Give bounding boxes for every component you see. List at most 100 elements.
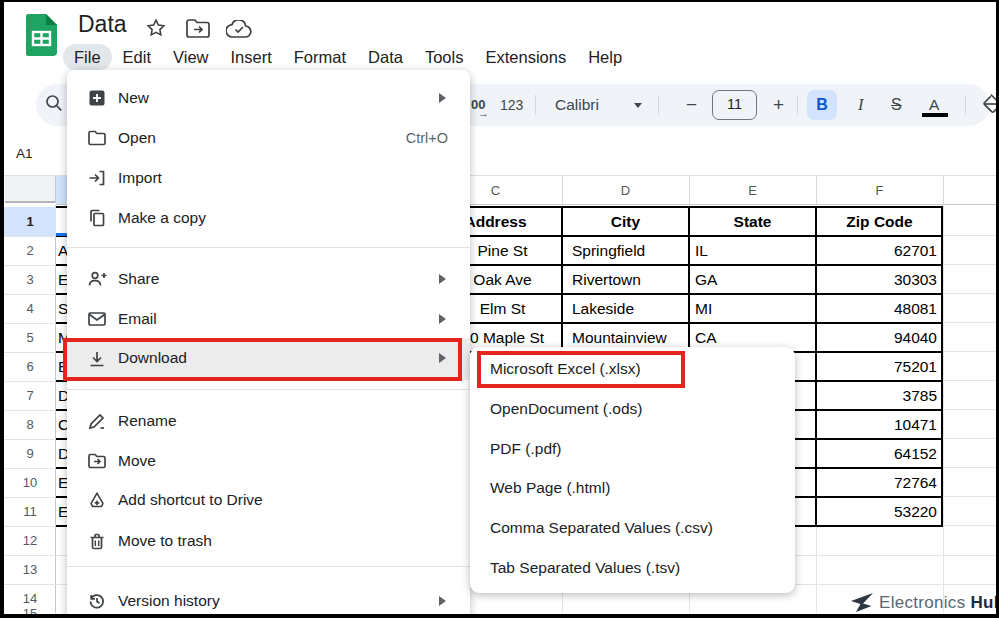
open-folder-icon: [87, 128, 107, 148]
star-icon[interactable]: [146, 18, 166, 38]
strikethrough-button[interactable]: S: [891, 84, 902, 126]
cell-f6[interactable]: 75201: [816, 352, 937, 381]
search-icon[interactable]: [44, 93, 64, 113]
email-icon: [87, 309, 107, 329]
file-menu-move-to-trash[interactable]: Move to trash: [67, 521, 470, 561]
submenu-item-pdf[interactable]: PDF (.pdf): [470, 429, 795, 469]
row-header-3[interactable]: 3: [4, 265, 56, 294]
column-header-d[interactable]: D: [562, 176, 689, 205]
file-menu-add-shortcut[interactable]: Add shortcut to Drive: [67, 480, 470, 520]
cell-f8[interactable]: 10471: [816, 410, 937, 439]
google-sheets-logo-icon[interactable]: [26, 14, 57, 56]
file-menu-version-history[interactable]: Version history: [67, 581, 470, 618]
cell-e3[interactable]: GA: [695, 265, 717, 294]
import-icon: [87, 168, 107, 188]
menubar: File Edit View Insert Format Data Tools …: [63, 44, 633, 70]
cloud-saved-icon: [226, 20, 252, 38]
text-color-button[interactable]: A: [929, 84, 939, 126]
menu-extensions[interactable]: Extensions: [474, 44, 577, 70]
rename-pencil-icon: [87, 411, 107, 431]
column-header-f[interactable]: F: [816, 176, 943, 205]
cell-d1[interactable]: City: [562, 207, 689, 236]
download-highlight-box: [63, 338, 462, 381]
menu-view[interactable]: View: [162, 44, 219, 70]
cell-f4[interactable]: 48081: [816, 294, 937, 323]
file-menu-open[interactable]: Open Ctrl+O: [67, 118, 470, 158]
cell-f1[interactable]: Zip Code: [816, 207, 943, 236]
file-menu-make-a-copy[interactable]: Make a copy: [67, 198, 470, 238]
file-menu-share[interactable]: Share: [67, 259, 470, 299]
frame-border-left: [0, 0, 4, 618]
row-header-12[interactable]: 12: [4, 526, 56, 555]
cell-f11[interactable]: 53220: [816, 497, 937, 526]
menu-insert[interactable]: Insert: [220, 44, 283, 70]
cell-f2[interactable]: 62701: [816, 236, 937, 265]
select-all-corner[interactable]: [5, 176, 56, 203]
number-format-button[interactable]: 123: [500, 84, 523, 126]
cell-f7[interactable]: 3785: [816, 381, 937, 410]
increase-decimal-icon[interactable]: 00→: [471, 84, 485, 126]
row-header-5[interactable]: 5: [4, 323, 56, 352]
submenu-arrow-icon: [439, 93, 446, 103]
text-color-bar: [922, 113, 948, 117]
increase-font-size-button[interactable]: +: [773, 84, 784, 126]
cell-e4[interactable]: MI: [695, 294, 712, 323]
file-menu-import[interactable]: Import: [67, 158, 470, 198]
electronics-hub-logo-icon: [850, 592, 874, 614]
submenu-item-csv[interactable]: Comma Separated Values (.csv): [470, 508, 795, 548]
font-size-input[interactable]: 11: [712, 90, 757, 120]
cell-d2[interactable]: Springfield: [572, 236, 645, 265]
menu-help[interactable]: Help: [577, 44, 633, 70]
cell-f5[interactable]: 94040: [816, 323, 937, 352]
menu-data[interactable]: Data: [357, 44, 414, 70]
menu-tools[interactable]: Tools: [414, 44, 475, 70]
submenu-item-ods[interactable]: OpenDocument (.ods): [470, 389, 795, 429]
trash-icon: [87, 531, 107, 551]
menu-file[interactable]: File: [63, 44, 112, 70]
cell-f10[interactable]: 72764: [816, 468, 937, 497]
submenu-item-tsv[interactable]: Tab Separated Values (.tsv): [470, 548, 795, 588]
copy-icon: [87, 208, 107, 228]
row-header-8[interactable]: 8: [4, 410, 56, 439]
row-header-6[interactable]: 6: [4, 352, 56, 381]
google-sheets-window: Data File Edit View Insert Format Data T…: [0, 0, 999, 618]
italic-button[interactable]: I: [858, 84, 864, 126]
bold-button[interactable]: B: [807, 90, 837, 120]
file-menu-new[interactable]: New: [67, 78, 470, 118]
cell-d3[interactable]: Rivertown: [572, 265, 641, 294]
share-person-icon: [87, 269, 107, 289]
electronics-hub-watermark: Electronics Hub: [850, 592, 999, 614]
font-dropdown-arrow-icon[interactable]: [634, 103, 642, 108]
cell-e2[interactable]: IL: [695, 236, 708, 265]
new-document-icon: [87, 88, 107, 108]
frame-border-bottom: [0, 614, 999, 618]
submenu-arrow-icon: [439, 596, 446, 606]
file-menu-rename[interactable]: Rename: [67, 401, 470, 441]
decrease-font-size-button[interactable]: −: [686, 84, 697, 126]
version-history-icon: [87, 591, 107, 611]
move-folder-icon[interactable]: [186, 19, 210, 38]
row-headers: 1 2 3 4 5 6 7 8 9 10 11 12 13 14 15: [4, 205, 56, 613]
column-header-e[interactable]: E: [689, 176, 816, 205]
row-header-1[interactable]: 1: [4, 207, 56, 236]
font-name-select[interactable]: Calibri: [555, 84, 599, 126]
drive-add-shortcut-icon: [87, 490, 107, 510]
file-menu-email[interactable]: Email: [67, 299, 470, 339]
row-header-7[interactable]: 7: [4, 381, 56, 410]
submenu-item-html[interactable]: Web Page (.html): [470, 468, 795, 508]
row-header-2[interactable]: 2: [4, 236, 56, 265]
cell-d4[interactable]: Lakeside: [572, 294, 634, 323]
row-header-9[interactable]: 9: [4, 439, 56, 468]
row-header-10[interactable]: 10: [4, 468, 56, 497]
cell-reference-box[interactable]: A1: [16, 142, 33, 166]
row-header-13[interactable]: 13: [4, 555, 56, 584]
cell-f3[interactable]: 30303: [816, 265, 937, 294]
cell-f9[interactable]: 64152: [816, 439, 937, 468]
file-menu-move[interactable]: Move: [67, 441, 470, 481]
row-header-4[interactable]: 4: [4, 294, 56, 323]
menu-edit[interactable]: Edit: [112, 44, 162, 70]
menu-format[interactable]: Format: [283, 44, 357, 70]
row-header-11[interactable]: 11: [4, 497, 56, 526]
document-title[interactable]: Data: [78, 11, 127, 38]
cell-e1[interactable]: State: [689, 207, 816, 236]
